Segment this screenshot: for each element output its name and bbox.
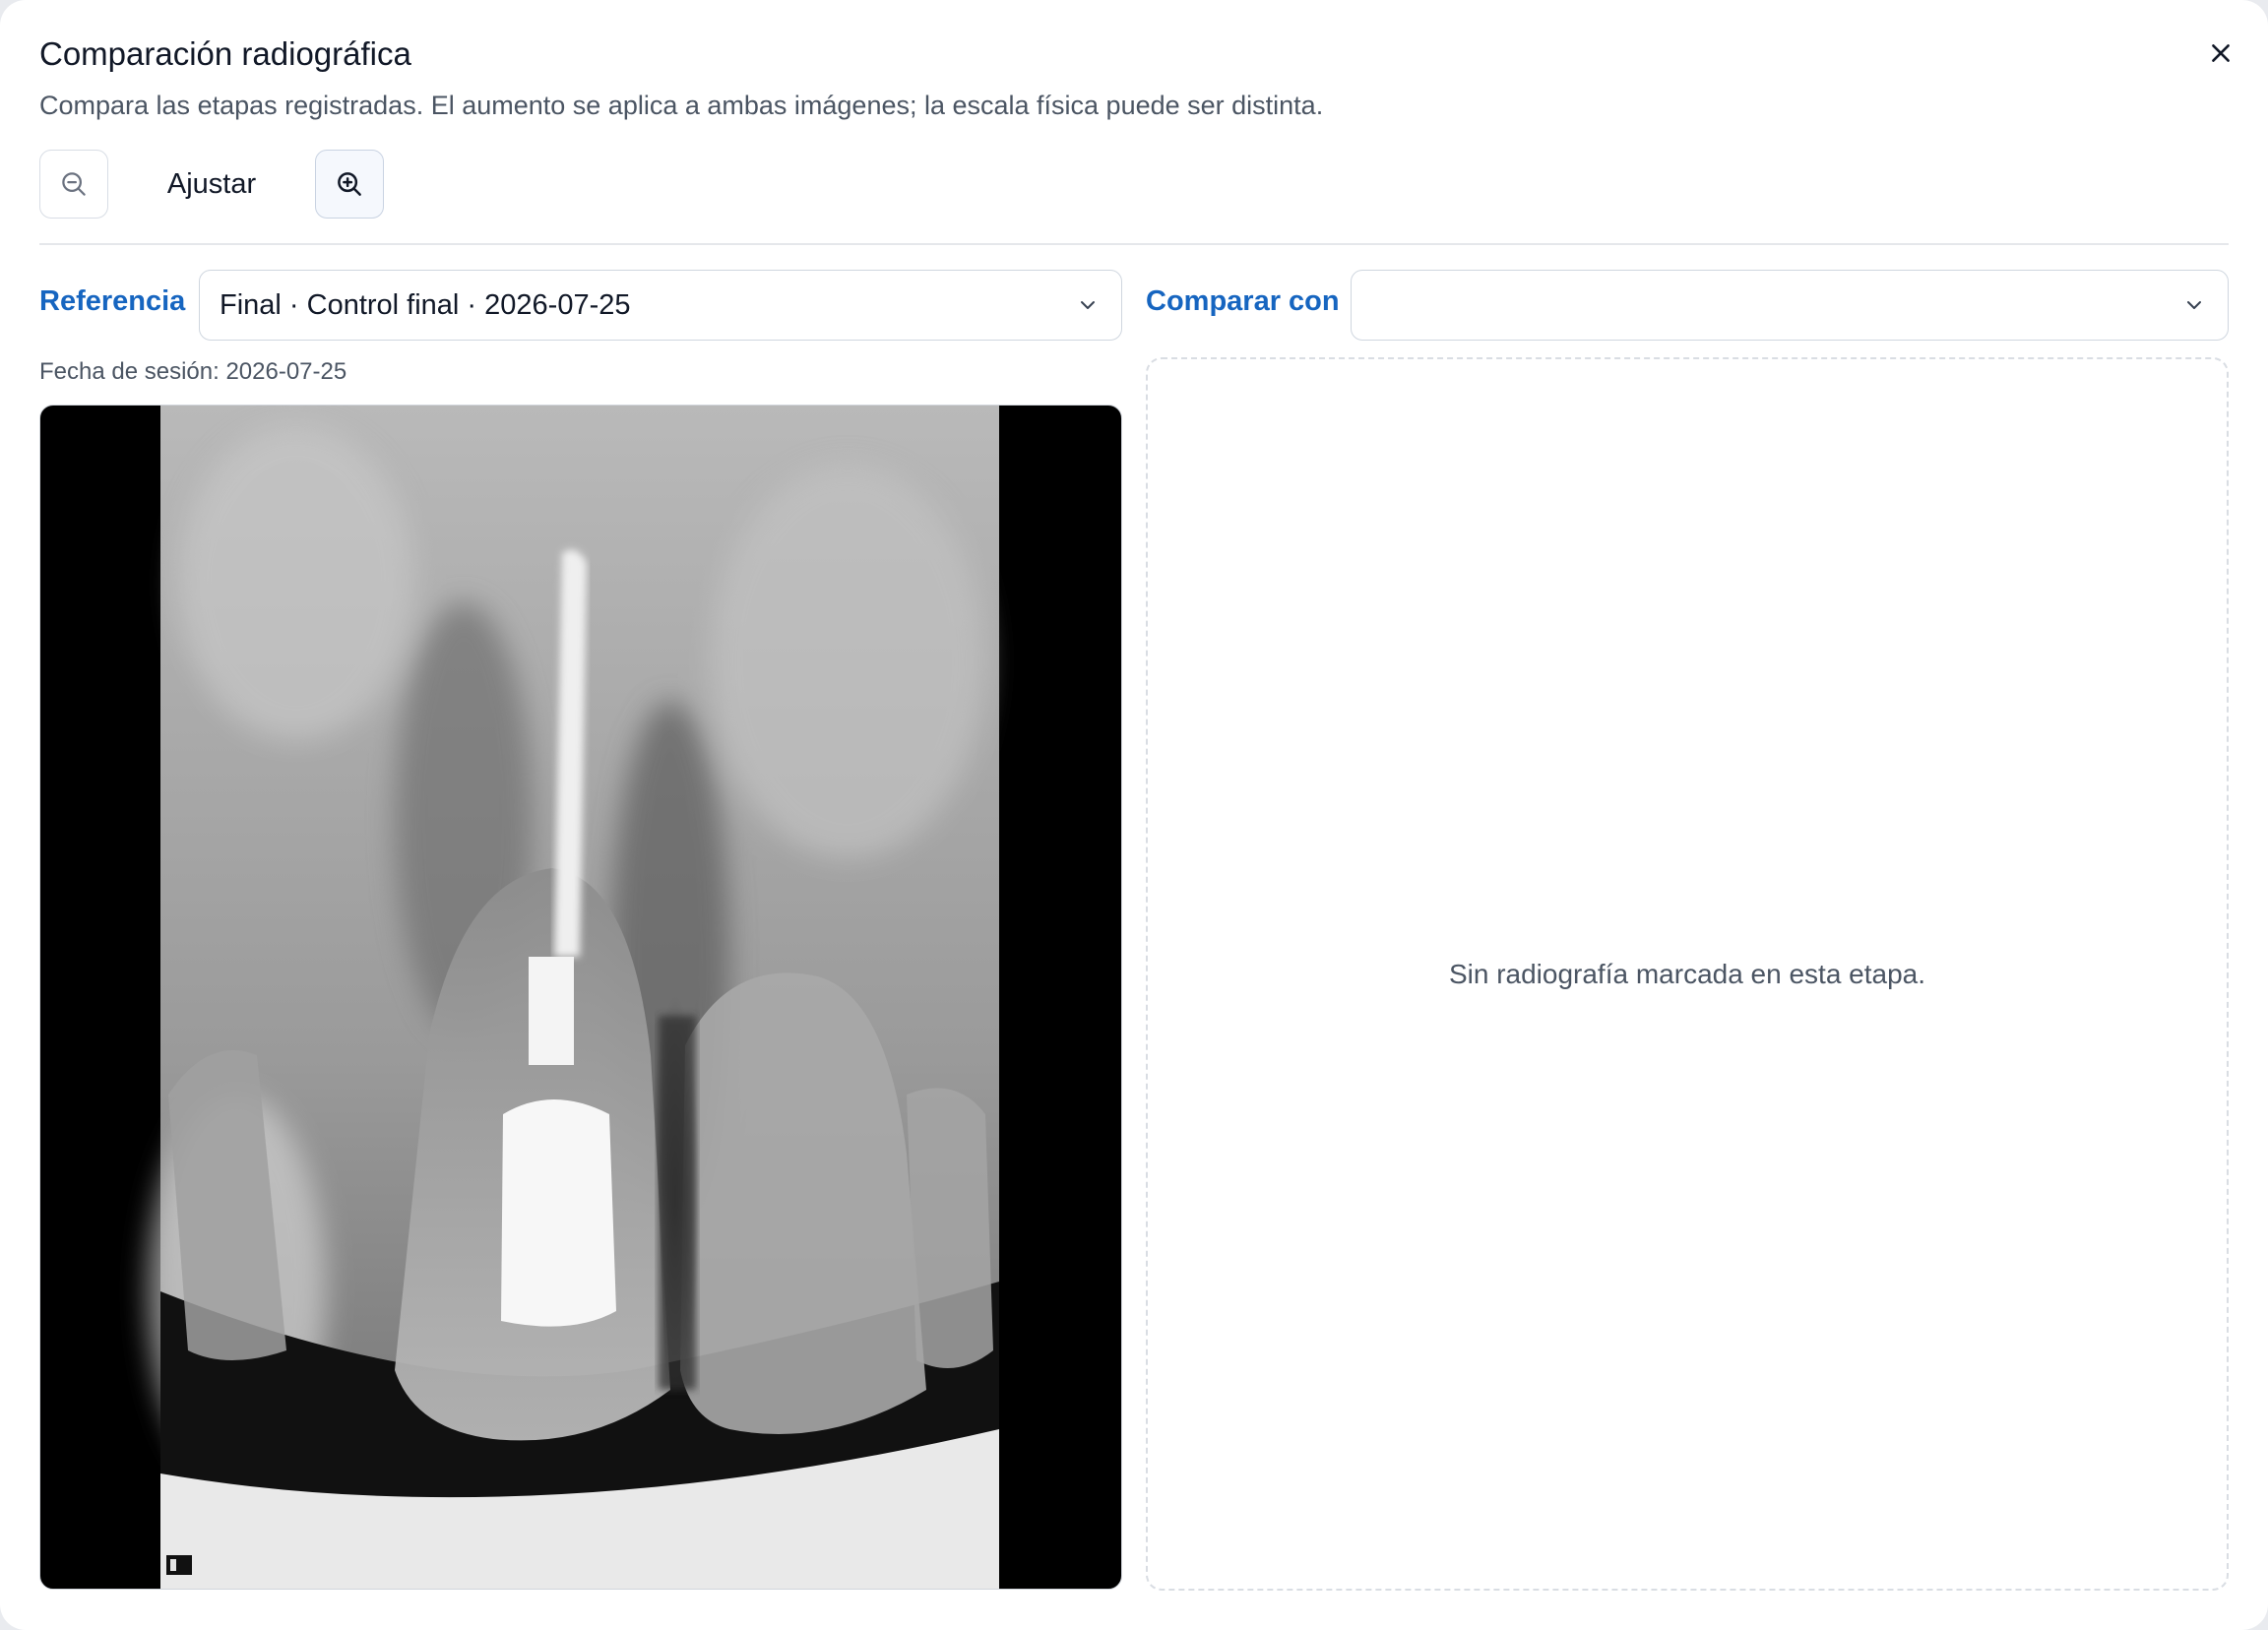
- reference-xray-viewer[interactable]: [39, 405, 1122, 1590]
- dialog-title: Comparación radiográfica: [39, 35, 411, 72]
- zoom-in-icon: [338, 172, 361, 196]
- zoom-out-button[interactable]: [39, 150, 108, 219]
- session-date: Fecha de sesión: 2026-07-25: [39, 358, 347, 385]
- reference-select[interactable]: Final · Control final · 2026-07-25: [199, 270, 1122, 341]
- comparison-dialog: Comparación radiográfica Compara las eta…: [0, 0, 2268, 1630]
- chevron-down-icon: [2180, 291, 2208, 319]
- empty-message: Sin radiografía marcada en esta etapa.: [1448, 958, 1926, 989]
- compare-label: Comparar con: [1146, 285, 1340, 317]
- chevron-down-icon: [1074, 291, 1102, 319]
- reference-label: Referencia: [39, 285, 186, 317]
- reference-select-value: Final · Control final · 2026-07-25: [220, 288, 631, 321]
- toolbar-divider: [39, 243, 2229, 245]
- close-icon: [2212, 44, 2230, 62]
- xray-image: [149, 406, 999, 1589]
- fit-button[interactable]: Ajustar: [138, 150, 285, 219]
- zoom-out-icon: [62, 172, 86, 196]
- compare-empty-panel: Sin radiografía marcada en esta etapa.: [1146, 357, 2229, 1591]
- dialog-subtitle: Compara las etapas registradas. El aumen…: [39, 91, 1324, 120]
- zoom-in-button[interactable]: [315, 150, 384, 219]
- close-button[interactable]: [2197, 30, 2244, 77]
- compare-select[interactable]: [1351, 270, 2229, 341]
